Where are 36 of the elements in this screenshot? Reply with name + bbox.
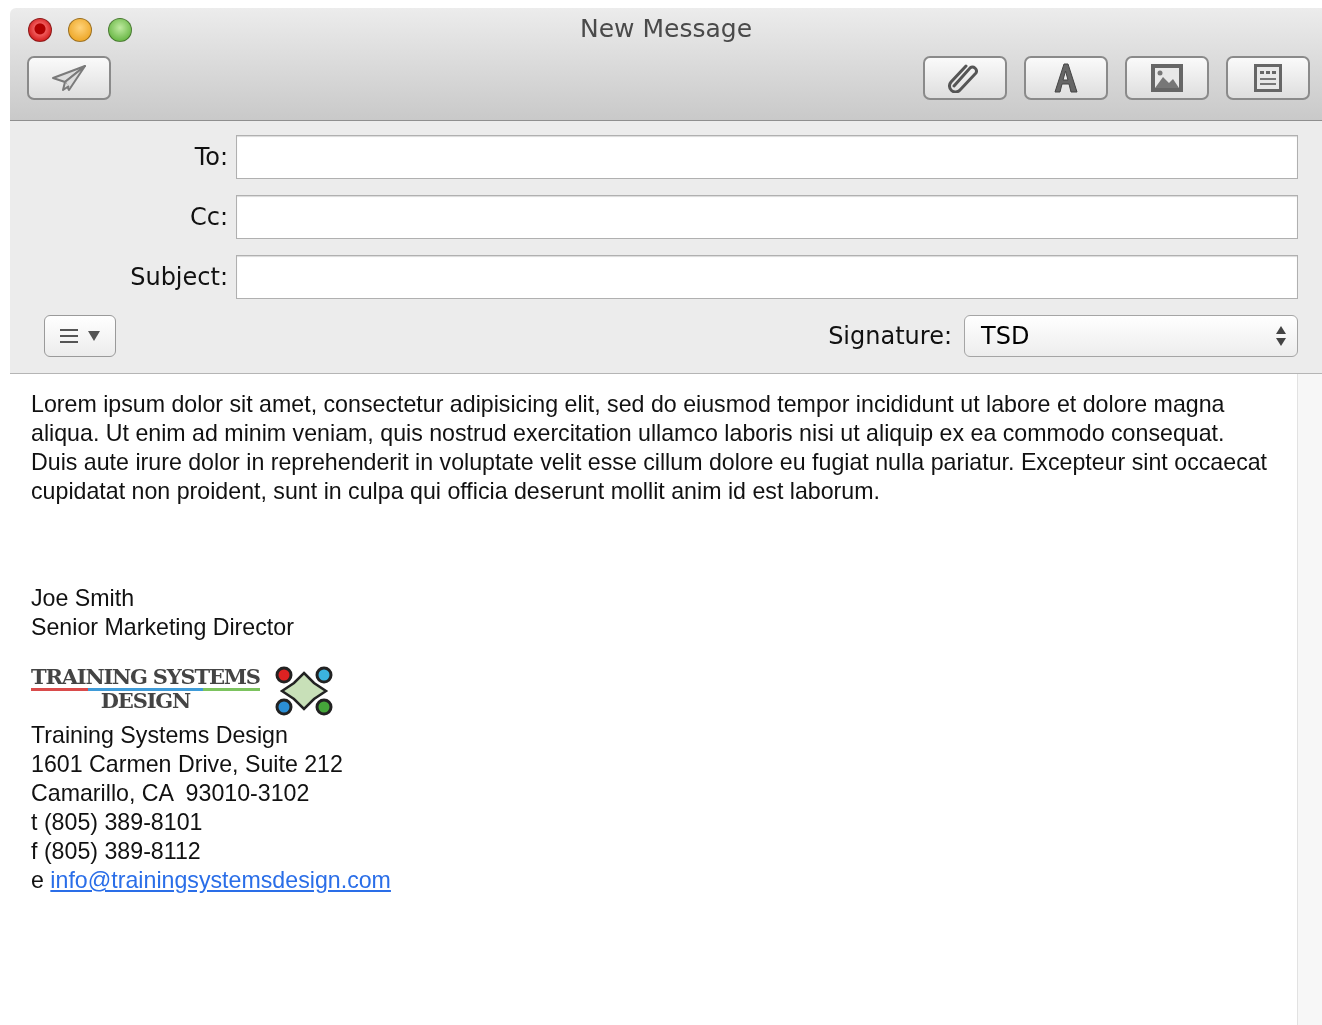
email-link[interactable]: info@trainingsystemsdesign.com [50,867,391,893]
field-label: To: [193,143,229,171]
address-line: 1601 Carmen Drive, Suite 212 [31,750,344,779]
stationery-button[interactable] [1226,56,1310,100]
stepper-arrows-icon [1275,325,1287,347]
list-caret-icon [58,326,102,346]
address-line: Camarillo, CA 93010-3102 [31,779,311,808]
message-paragraph: Lorem ipsum dolor sit amet, consectetur adipisicing elit, sed do eiusmod tempor incididunt ut labore et dolore magna aliqua. Ut enim ad minim veniam, quis nostrud exercitation ullamco laboris nisi ut aliquip ex ea commodo consequat. Duis aute irure dolor in reprehenderit in voluptate velit esse cillum dolore eu fugiat nulla pariatur. Excepteur sint occaecat cupidatat non proident, sunt in culpa qui officia deserunt mollit anim id est laborum. [31,390,1269,506]
field-label: Cc: [188,203,229,231]
attach-button[interactable] [923,56,1007,100]
fonts-button[interactable] [1024,56,1108,100]
picture-frame-icon [1150,63,1184,93]
minimize-button[interactable] [68,18,92,42]
address-line: Training Systems Design [31,721,289,750]
signature-line: Joe Smith [31,584,136,613]
address-line: t (805) 389-8101 [31,808,204,837]
email-prefix: e [31,867,44,893]
input-field[interactable] [236,135,1298,179]
send-button[interactable] [27,56,111,100]
signature-label: Signature: [828,322,952,350]
signature-dropdown[interactable]: TSD [964,315,1298,357]
input-field[interactable] [236,255,1298,299]
photo-browser-button[interactable] [1125,56,1209,100]
template-icon [1253,63,1283,93]
logo-icon [273,665,334,717]
font-icon [1052,62,1080,94]
company-logo-text: TRAINING SYSTEMS DESIGN [31,667,260,711]
zoom-button[interactable] [108,18,132,42]
signature-line: Senior Marketing Director [31,613,295,642]
window-title: New Message [579,14,752,43]
address-line: f (805) 389-8112 [31,837,202,866]
field-label: Subject: [129,263,229,291]
paper-plane-icon [51,64,87,92]
input-field[interactable] [236,195,1298,239]
close-button[interactable] [28,18,52,42]
format-menu-button[interactable] [44,315,116,357]
